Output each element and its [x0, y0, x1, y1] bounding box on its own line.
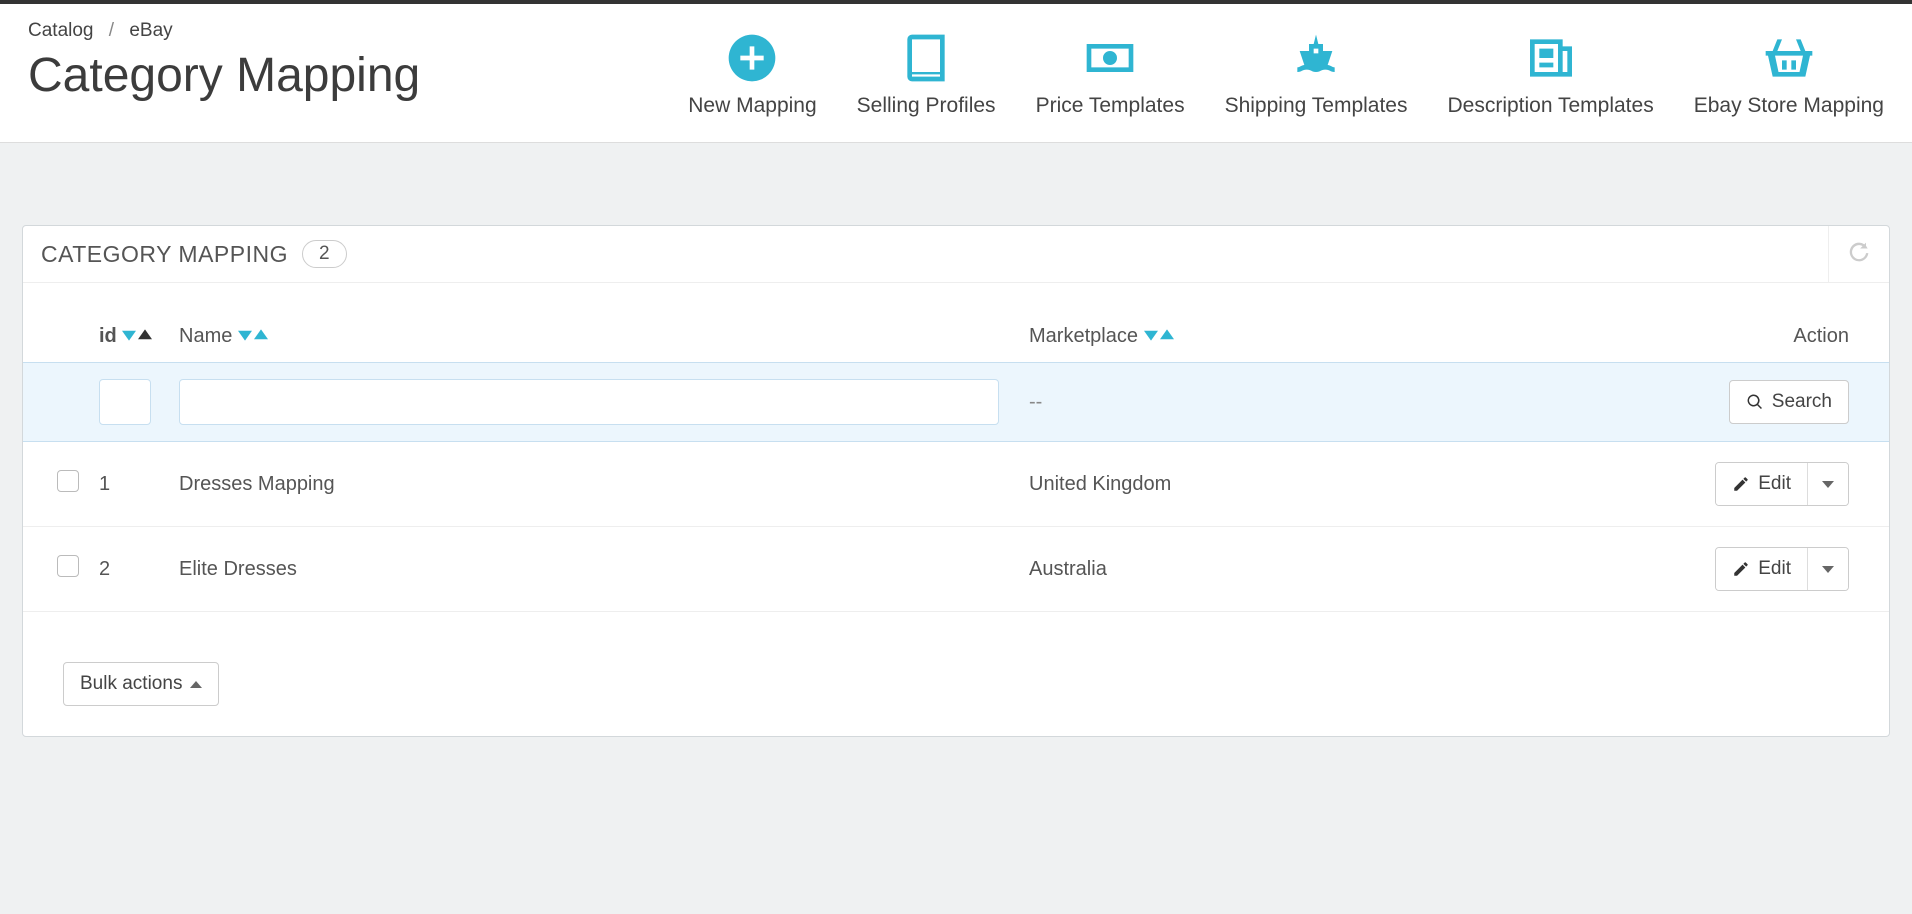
edit-button-group: Edit — [1715, 462, 1849, 506]
row-id: 2 — [89, 527, 169, 612]
panel-header: CATEGORY MAPPING 2 — [23, 226, 1889, 283]
row-name: Dresses Mapping — [169, 442, 1019, 527]
sort-asc-icon — [1160, 328, 1174, 342]
basket-icon — [1758, 30, 1820, 86]
col-marketplace-label: Marketplace — [1029, 325, 1138, 347]
breadcrumb: Catalog / eBay — [28, 20, 420, 42]
plus-circle-icon — [724, 30, 780, 86]
table-row: 2 Elite Dresses Australia Edit — [23, 527, 1889, 612]
book-icon — [898, 30, 954, 86]
bulk-label: Bulk actions — [80, 673, 182, 695]
col-id[interactable]: id — [89, 283, 169, 363]
sort-asc-icon — [138, 328, 152, 342]
toolbar-store-mapping[interactable]: Ebay Store Mapping — [1694, 30, 1884, 118]
page-header: Catalog / eBay Category Mapping New Mapp… — [0, 4, 1912, 143]
toolbar-label: Ebay Store Mapping — [1694, 94, 1884, 118]
row-id: 1 — [89, 442, 169, 527]
row-checkbox[interactable] — [57, 555, 79, 577]
sort-desc-icon — [1144, 328, 1158, 342]
count-badge: 2 — [302, 240, 347, 268]
toolbar-label: Shipping Templates — [1225, 94, 1408, 118]
refresh-button[interactable] — [1828, 226, 1889, 282]
table-header-row: id Name Marketplace — [23, 283, 1889, 363]
filter-marketplace[interactable]: -- — [1029, 391, 1042, 413]
row-marketplace: Australia — [1019, 527, 1349, 612]
filter-name-input[interactable] — [179, 379, 999, 425]
panel-category-mapping: CATEGORY MAPPING 2 id — [22, 225, 1890, 737]
filter-id-input[interactable] — [99, 379, 151, 425]
edit-label: Edit — [1758, 558, 1791, 580]
toolbar-shipping-templates[interactable]: Shipping Templates — [1225, 30, 1408, 118]
caret-down-icon — [1822, 566, 1834, 573]
sort-desc-icon — [238, 328, 252, 342]
toolbar-label: New Mapping — [688, 94, 816, 118]
col-id-label: id — [99, 325, 117, 347]
edit-dropdown[interactable] — [1807, 548, 1848, 590]
bulk-actions-button[interactable]: Bulk actions — [63, 662, 219, 706]
toolbar-price-templates[interactable]: Price Templates — [1036, 30, 1185, 118]
sort-desc-icon — [122, 328, 136, 342]
toolbar: New Mapping Selling Profiles Price Templ… — [688, 30, 1884, 118]
col-name[interactable]: Name — [169, 283, 1019, 363]
row-checkbox[interactable] — [57, 470, 79, 492]
sort-asc-icon — [254, 328, 268, 342]
filter-row: -- Search — [23, 363, 1889, 442]
table-row: 1 Dresses Mapping United Kingdom Edit — [23, 442, 1889, 527]
ship-icon — [1288, 30, 1344, 86]
col-action: Action — [1349, 283, 1889, 363]
breadcrumb-sep: / — [109, 20, 114, 41]
row-name: Elite Dresses — [169, 527, 1019, 612]
refresh-icon — [1845, 238, 1873, 266]
pencil-icon — [1732, 560, 1750, 578]
edit-dropdown[interactable] — [1807, 463, 1848, 505]
toolbar-new-mapping[interactable]: New Mapping — [688, 30, 816, 118]
toolbar-label: Price Templates — [1036, 94, 1185, 118]
panel-title: CATEGORY MAPPING — [41, 241, 288, 268]
row-marketplace: United Kingdom — [1019, 442, 1349, 527]
edit-button-group: Edit — [1715, 547, 1849, 591]
edit-label: Edit — [1758, 473, 1791, 495]
col-marketplace[interactable]: Marketplace — [1019, 283, 1349, 363]
breadcrumb-ebay[interactable]: eBay — [129, 20, 172, 41]
toolbar-selling-profiles[interactable]: Selling Profiles — [857, 30, 996, 118]
caret-down-icon — [1822, 481, 1834, 488]
toolbar-label: Description Templates — [1447, 94, 1653, 118]
edit-button[interactable]: Edit — [1716, 463, 1807, 505]
col-name-label: Name — [179, 325, 232, 347]
toolbar-description-templates[interactable]: Description Templates — [1447, 30, 1653, 118]
pencil-icon — [1732, 475, 1750, 493]
search-button[interactable]: Search — [1729, 380, 1849, 424]
toolbar-label: Selling Profiles — [857, 94, 996, 118]
breadcrumb-catalog[interactable]: Catalog — [28, 20, 94, 41]
mapping-table: id Name Marketplace — [23, 283, 1889, 612]
search-label: Search — [1772, 391, 1832, 413]
edit-button[interactable]: Edit — [1716, 548, 1807, 590]
money-icon — [1082, 30, 1138, 86]
caret-up-icon — [190, 681, 202, 688]
page-title: Category Mapping — [28, 48, 420, 103]
newspaper-icon — [1523, 30, 1579, 86]
search-icon — [1746, 393, 1764, 411]
